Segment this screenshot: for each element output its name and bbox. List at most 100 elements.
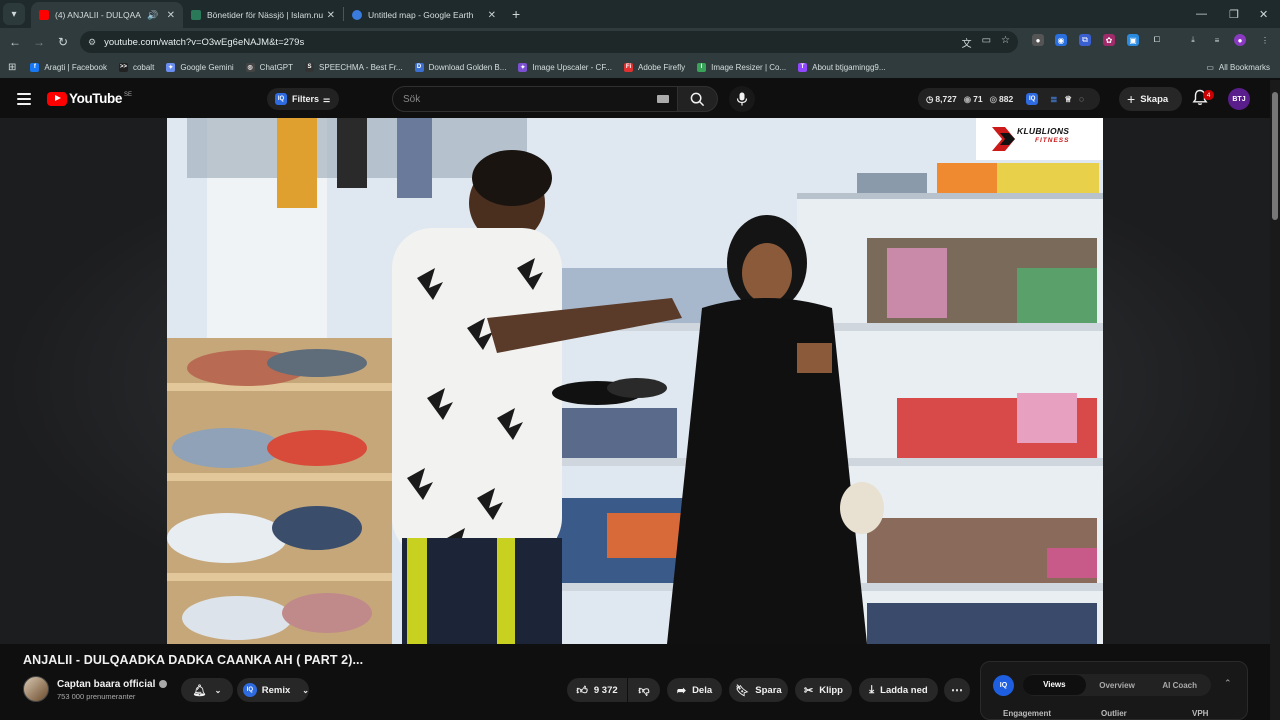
trophy-icon[interactable]: ♕: [1064, 94, 1072, 105]
channel-name-link[interactable]: Captan baara official: [57, 679, 168, 690]
region-code: SE: [123, 91, 132, 98]
remix-label: Remix: [261, 684, 291, 696]
speaker-icon[interactable]: 🔊: [147, 10, 158, 21]
like-count: 9 372: [593, 684, 618, 696]
scrollbar-thumb[interactable]: [1272, 92, 1278, 220]
share-button[interactable]: ➦ Dela: [667, 678, 722, 702]
column-vph: VPH: [1192, 709, 1209, 718]
iq-logo[interactable]: IQ: [993, 675, 1014, 696]
extension-icon[interactable]: ●: [1032, 34, 1044, 46]
search-button[interactable]: [677, 86, 718, 112]
cast-icon[interactable]: ▭: [982, 35, 991, 50]
forward-icon[interactable]: →: [27, 35, 51, 49]
tab-title: (4) ANJALII - DULQAADKA I: [55, 10, 141, 20]
close-tab-icon[interactable]: ✕: [488, 10, 496, 21]
channel-avatar[interactable]: [23, 676, 49, 702]
subscribe-bell-button[interactable]: 🔔︎ ⌄: [181, 678, 233, 702]
new-tab-icon[interactable]: +: [512, 6, 520, 22]
search-icon: [690, 92, 705, 106]
minimize-icon[interactable]: —: [1196, 0, 1207, 28]
all-bookmarks[interactable]: ▭ All Bookmarks: [1206, 56, 1270, 78]
watermark-title: KLUBLIONS: [1017, 126, 1070, 136]
omnibox-actions: 文 ▭ ☆: [962, 35, 1010, 50]
video-player[interactable]: KLUBLIONS FITNESS: [167, 118, 1103, 644]
extension-icon[interactable]: ✿: [1103, 34, 1115, 46]
bookmark-label: Google Gemini: [180, 62, 234, 72]
download-button[interactable]: ⤓ Ladda ned: [859, 678, 938, 702]
browser-tab-google-earth[interactable]: Untitled map - Google Earth ✕: [344, 2, 504, 28]
bookmark-item[interactable]: I Image Resizer | Co...: [697, 62, 786, 72]
voice-search-button[interactable]: [729, 86, 755, 112]
url-text[interactable]: youtube.com/watch?v=O3wEg6eNAJM&t=279s: [104, 37, 304, 48]
browser-tab-youtube[interactable]: (4) ANJALII - DULQAADKA I 🔊 ✕: [31, 2, 183, 28]
close-window-icon[interactable]: ✕: [1259, 0, 1268, 28]
extension-icon[interactable]: ⧉: [1079, 34, 1091, 46]
extension-icon[interactable]: ◉: [1055, 34, 1067, 46]
create-button[interactable]: + Skapa: [1119, 87, 1182, 111]
bookmark-icon: 🔖︎: [735, 684, 750, 697]
islam-favicon-icon: [191, 10, 201, 20]
iq-tabs: Views Overview AI Coach: [1023, 674, 1211, 696]
menu-hamburger-icon[interactable]: [17, 93, 31, 108]
bookmark-label: Download Golden B...: [428, 62, 507, 72]
tab-ai-coach[interactable]: AI Coach: [1148, 681, 1211, 690]
bookmark-item[interactable]: ✦ Google Gemini: [166, 62, 234, 72]
youtube-logo[interactable]: YouTube SE: [47, 91, 132, 106]
close-tab-icon[interactable]: ✕: [327, 10, 335, 21]
bookmark-item[interactable]: D Download Golden B...: [414, 62, 507, 72]
maximize-icon[interactable]: ❐: [1229, 0, 1239, 28]
remix-button[interactable]: IQ Remix ⌄: [237, 678, 309, 702]
tab-search-button[interactable]: ▾: [3, 3, 25, 25]
account-avatar[interactable]: BTJ: [1228, 88, 1250, 110]
bookmark-item[interactable]: f Aragti | Facebook: [30, 62, 107, 72]
notification-badge: 4: [1203, 90, 1214, 100]
browser-tab-islam[interactable]: Bönetider för Nässjö | Islam.nu ✕: [183, 2, 343, 28]
channel-name: Captan baara official: [57, 679, 156, 690]
extension-icon[interactable]: ▣: [1127, 34, 1139, 46]
bookmark-item[interactable]: Fi Adobe Firefly: [624, 62, 685, 72]
filters-label: Filters: [292, 94, 320, 104]
all-bookmarks-label: All Bookmarks: [1218, 62, 1270, 72]
reload-icon[interactable]: ↻: [51, 35, 75, 49]
omnibox[interactable]: ⚙ youtube.com/watch?v=O3wEg6eNAJM&t=279s…: [80, 31, 1018, 53]
chevron-up-icon[interactable]: ⌃: [1224, 678, 1232, 689]
more-actions-button[interactable]: ⋯: [944, 678, 970, 702]
keyboard-icon[interactable]: [657, 95, 669, 103]
apps-grid-icon[interactable]: ⊞: [8, 62, 16, 73]
back-icon[interactable]: ←: [3, 35, 27, 49]
iq-icon[interactable]: IQ: [1026, 93, 1039, 105]
site-info-icon[interactable]: ⚙: [88, 37, 96, 48]
bookmark-favicon-icon: T: [798, 62, 808, 72]
reading-list-icon[interactable]: ≡: [1211, 34, 1223, 46]
video-player-backdrop: KLUBLIONS FITNESS: [0, 118, 1270, 644]
extensions-puzzle-icon[interactable]: ⧠: [1151, 34, 1163, 46]
tab-overview[interactable]: Overview: [1086, 681, 1149, 690]
dislike-button[interactable]: 👎︎: [628, 678, 660, 702]
profile-avatar-icon[interactable]: ●: [1234, 34, 1246, 46]
chevron-down-icon: ⌄: [302, 685, 309, 695]
clip-button[interactable]: ✂ Klipp: [795, 678, 852, 702]
save-button[interactable]: 🔖︎ Spara: [729, 678, 788, 702]
close-tab-icon[interactable]: ✕: [167, 10, 175, 21]
bookmark-item[interactable]: S SPEECHMA - Best Fr...: [305, 62, 403, 72]
bookmark-label: cobalt: [132, 62, 155, 72]
search-input[interactable]: Sök: [392, 86, 678, 112]
filters-button[interactable]: IQ Filters ⚌: [267, 88, 339, 110]
browser-menu-icon[interactable]: ⋮: [1259, 34, 1271, 46]
download-icon: ⤓: [869, 683, 875, 696]
chat-icon[interactable]: ◌: [1079, 94, 1084, 104]
clip-label: Klipp: [819, 684, 843, 696]
bookmark-item[interactable]: ✦ Image Upscaler - CF...: [518, 62, 612, 72]
bookmark-item[interactable]: >> cobalt: [118, 62, 155, 72]
list-icon[interactable]: ≣: [1050, 94, 1057, 105]
tab-views[interactable]: Views: [1023, 675, 1086, 695]
bookmark-item[interactable]: ◎ ChatGPT: [245, 62, 293, 72]
bookmark-item[interactable]: T About btjgamingg9...: [798, 62, 886, 72]
downloads-icon[interactable]: ⤓: [1187, 34, 1199, 46]
search-placeholder: Sök: [403, 93, 421, 105]
bookmark-star-icon[interactable]: ☆: [1001, 35, 1010, 50]
translate-icon[interactable]: 文: [962, 35, 972, 50]
stat-watching: 71: [973, 94, 983, 104]
channel-stats-widget[interactable]: ◷ 8,727 ◉ 71 ◎ 882 IQ ≣ ♕ ◌: [918, 88, 1100, 110]
like-button[interactable]: 👍︎ 9 372: [567, 678, 627, 702]
